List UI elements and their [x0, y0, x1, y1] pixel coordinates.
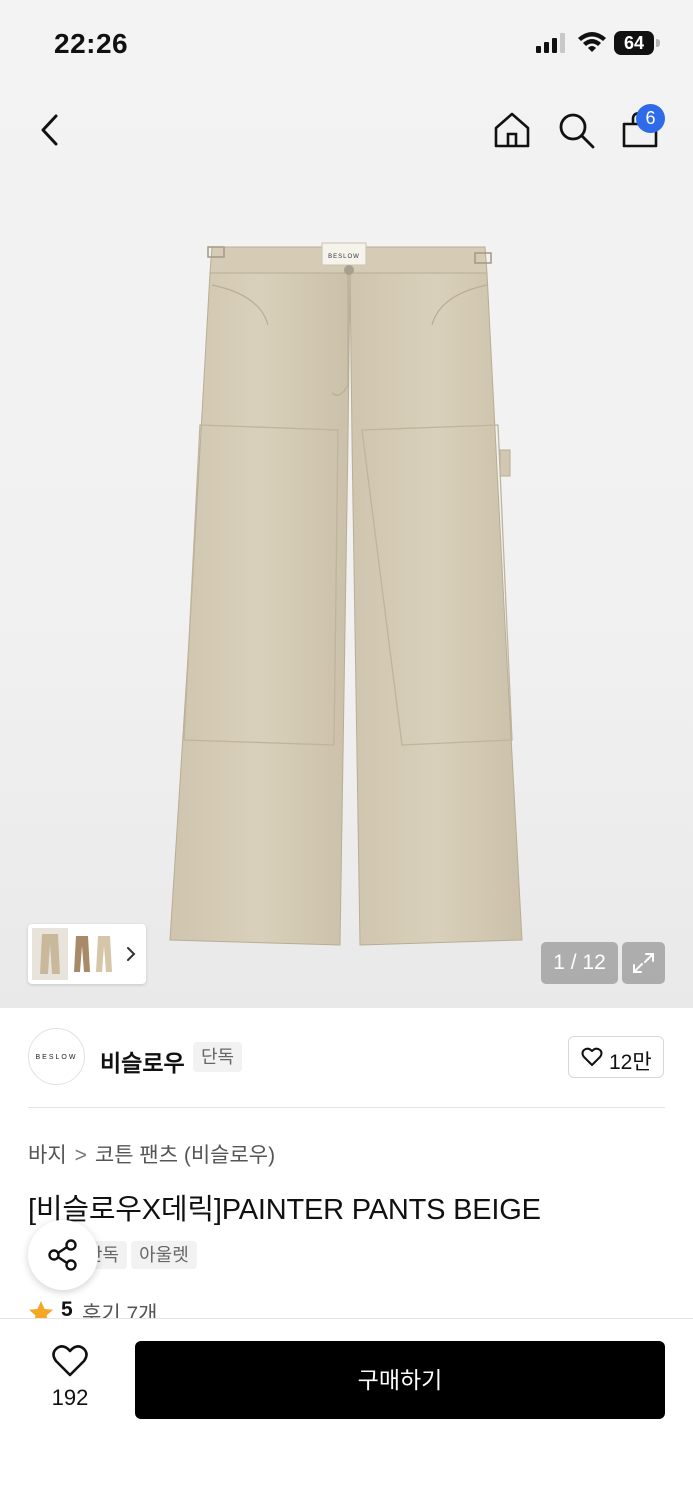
battery-icon: 64: [614, 31, 660, 55]
home-icon[interactable]: [490, 108, 534, 152]
share-button[interactable]: [28, 1220, 98, 1290]
expand-button[interactable]: [622, 942, 665, 984]
cart-count-badge: 6: [636, 104, 665, 133]
thumbnail-next-icon[interactable]: [124, 944, 138, 964]
brand-row[interactable]: BESLOW 비슬로우 단독 12만: [0, 1008, 693, 1108]
buy-button[interactable]: 구매하기: [135, 1341, 665, 1419]
thumbnail-image[interactable]: [32, 928, 120, 980]
breadcrumb: 바지 > 코튼 팬츠 (비슬로우): [28, 1139, 275, 1169]
status-bar: 22:26 64: [0, 0, 693, 88]
review-count[interactable]: 후기 7개: [82, 1298, 157, 1320]
battery-level: 64: [614, 31, 654, 55]
brand-exclusive-tag: 단독: [193, 1042, 243, 1072]
brand-name[interactable]: 비슬로우: [100, 1044, 185, 1078]
back-chevron-icon[interactable]: [34, 110, 68, 150]
brand-like-button[interactable]: 12만: [568, 1036, 664, 1078]
breadcrumb-item-subcategory[interactable]: 코튼 팬츠 (비슬로우): [95, 1144, 275, 1167]
brand-logo[interactable]: BESLOW: [28, 1028, 85, 1085]
breadcrumb-item-category[interactable]: 바지: [28, 1144, 67, 1167]
image-page-counter: 1 / 12: [541, 942, 618, 984]
battery-tip: [656, 39, 660, 47]
rating-score: 5: [61, 1298, 73, 1320]
search-icon[interactable]: [554, 108, 598, 152]
tag-outlet: 아울렛: [131, 1241, 197, 1269]
share-icon: [48, 1239, 77, 1271]
top-nav: [0, 96, 693, 166]
expand-icon: [633, 953, 654, 973]
signal-icon: [536, 33, 565, 53]
wishlist-heart-icon[interactable]: [50, 1343, 90, 1379]
star-icon: [29, 1301, 53, 1320]
image-brand-label: BESLOW: [328, 254, 360, 260]
brand-like-count: 12만: [609, 1051, 652, 1074]
product-gallery: 22:26 64 6 BESLOW 1 / 12: [0, 0, 693, 1008]
divider: [28, 1107, 665, 1108]
status-time: 22:26: [54, 28, 129, 59]
rating-row[interactable]: 5 후기 7개: [28, 1298, 228, 1320]
product-photo[interactable]: BESLOW: [150, 225, 550, 965]
heart-icon: [581, 1047, 603, 1066]
breadcrumb-chevron-icon: >: [74, 1144, 87, 1167]
product-title: [비슬로우X데릭]PAINTER PANTS BEIGE: [28, 1194, 541, 1226]
wishlist-count: 192: [51, 1385, 89, 1410]
wifi-icon: [578, 32, 606, 52]
bottom-action-bar: 192 구매하기: [0, 1318, 693, 1500]
